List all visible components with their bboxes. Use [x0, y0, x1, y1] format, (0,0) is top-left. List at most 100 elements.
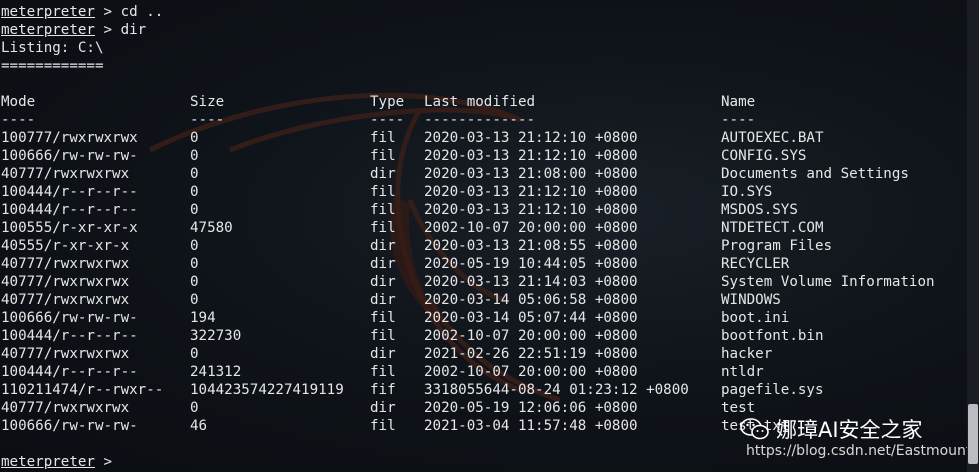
- terminal-output: meterpreter > cd .. meterpreter > dir Li…: [1, 3, 966, 471]
- table-header: Mode Size Type Last modified Name: [1, 93, 966, 111]
- cell-name: AUTOEXEC.BAT: [721, 130, 824, 146]
- cell-type: dir: [370, 274, 396, 290]
- cell-modified: 2020-03-13 21:12:10 +0800: [424, 202, 638, 218]
- watermark-url: https://blog.csdn.net/Eastmount: [746, 443, 972, 459]
- cell-mode: 100666/rw-rw-rw-: [1, 148, 138, 164]
- cell-size: 241312: [190, 364, 242, 380]
- cell-mode: 100444/r--r--r--: [1, 328, 138, 344]
- cell-name: IO.SYS: [721, 184, 773, 200]
- table-row: 40777/rwxrwxrwx 0 dir 2020-03-14 05:06:58 +…: [1, 291, 966, 309]
- cell-size: 0: [190, 256, 199, 272]
- header-rule-row: ---- ---- ---- ------------- ----: [1, 111, 966, 129]
- cell-type: fil: [370, 220, 396, 236]
- cell-name: pagefile.sys: [721, 382, 824, 398]
- cell-type: dir: [370, 292, 396, 308]
- cell-name: WINDOWS: [721, 292, 781, 308]
- cell-modified: 2020-03-13 21:14:03 +0800: [424, 274, 638, 290]
- listing-title: Listing: C:\: [1, 40, 104, 56]
- command-line-dir: meterpreter > dir: [1, 21, 966, 39]
- cell-mode: 40777/rwxrwxrwx: [1, 400, 130, 416]
- watermark: 娜璋AI安全之家: [740, 414, 923, 444]
- cell-modified: 2002-10-07 20:00:00 +0800: [424, 328, 638, 344]
- cell-name: Program Files: [721, 238, 833, 254]
- cell-modified: 2021-03-04 11:57:48 +0800: [424, 418, 638, 434]
- table-row: 40777/rwxrwxrwx 0 dir 2020-03-13 21:08:00 +…: [1, 165, 966, 183]
- cell-mode: 100444/r--r--r--: [1, 364, 138, 380]
- watermark-text: 娜璋AI安全之家: [776, 418, 923, 442]
- header-type: Type: [370, 94, 405, 110]
- table-row: 100666/rw-rw-rw- 194 fil 2020-03-14 05:07:4…: [1, 309, 966, 327]
- cell-size: 194: [190, 310, 216, 326]
- cell-type: dir: [370, 256, 396, 272]
- cell-type: fil: [370, 130, 396, 146]
- cell-size: 0: [190, 346, 199, 362]
- cell-type: fil: [370, 202, 396, 218]
- cell-name: bootfont.bin: [721, 328, 824, 344]
- cell-name: RECYCLER: [721, 256, 790, 272]
- header-mode: Mode: [1, 94, 36, 110]
- cell-type: fil: [370, 418, 396, 434]
- cell-size: 322730: [190, 328, 242, 344]
- scrollbar-thumb[interactable]: [968, 404, 978, 464]
- cell-name: Documents and Settings: [721, 166, 909, 182]
- listing-rule: ============: [1, 58, 104, 74]
- table-row: 110211474/r--rwxr-- 104423574227419119 fif…: [1, 381, 966, 399]
- header-size: Size: [190, 94, 225, 110]
- cell-mode: 40777/rwxrwxrwx: [1, 292, 130, 308]
- table-row: 100444/r--r--r-- 322730 fil 2002-10-07 20:0…: [1, 327, 966, 345]
- file-list: 100777/rwxrwxrwx 0 fil 2020-03-13 21:12:10 …: [1, 129, 966, 435]
- cell-mode: 40777/rwxrwxrwx: [1, 166, 130, 182]
- cell-modified: 2020-03-13 21:08:00 +0800: [424, 166, 638, 182]
- cell-mode: 110211474/r--rwxr--: [1, 382, 164, 398]
- wechat-icon: [740, 418, 769, 440]
- cell-modified: 2020-03-14 05:07:44 +0800: [424, 310, 638, 326]
- cell-type: fif: [370, 382, 396, 398]
- cell-modified: 2020-03-13 21:08:55 +0800: [424, 238, 638, 254]
- cell-modified: 2020-03-14 05:06:58 +0800: [424, 292, 638, 308]
- cell-mode: 40777/rwxrwxrwx: [1, 256, 130, 272]
- cell-modified: 2020-05-19 12:06:06 +0800: [424, 400, 638, 416]
- scrollbar[interactable]: [967, 0, 979, 472]
- cell-mode: 40777/rwxrwxrwx: [1, 346, 130, 362]
- table-row: 100444/r--r--r-- 0 fil 2020-03-13 21:12:10 …: [1, 201, 966, 219]
- rule-modified: -------------: [424, 112, 536, 128]
- command-text: > cd ..: [94, 4, 164, 20]
- cell-modified: 2020-03-13 21:12:10 +0800: [424, 184, 638, 200]
- cell-mode: 40777/rwxrwxrwx: [1, 274, 130, 290]
- meterpreter-prompt: meterpreter: [1, 454, 95, 470]
- cell-name: ntldr: [721, 364, 764, 380]
- table-row: 100444/r--r--r-- 0 fil 2020-03-13 21:12:10 …: [1, 183, 966, 201]
- cell-size: 104423574227419119: [190, 382, 344, 398]
- cell-mode: 100666/rw-rw-rw-: [1, 310, 138, 326]
- cell-modified: 2002-10-07 20:00:00 +0800: [424, 220, 638, 236]
- cell-size: 0: [190, 274, 199, 290]
- cell-modified: 2020-03-13 21:12:10 +0800: [424, 130, 638, 146]
- cell-size: 0: [190, 184, 199, 200]
- cell-type: fil: [370, 328, 396, 344]
- cell-name: NTDETECT.COM: [721, 220, 824, 236]
- table-row: 40777/rwxrwxrwx 0 dir 2021-02-26 22:51:19 +…: [1, 345, 966, 363]
- cell-mode: 100444/r--r--r--: [1, 202, 138, 218]
- cell-modified: 2021-02-26 22:51:19 +0800: [424, 346, 638, 362]
- cell-size: 0: [190, 130, 199, 146]
- header-modified: Last modified: [424, 94, 536, 110]
- table-row: 40777/rwxrwxrwx 0 dir 2020-05-19 10:44:05 +…: [1, 255, 966, 273]
- cell-type: dir: [370, 166, 396, 182]
- table-row: 40555/r-xr-xr-x 0 dir 2020-03-13 21:08:55 +…: [1, 237, 966, 255]
- cell-mode: 40555/r-xr-xr-x: [1, 238, 130, 254]
- table-row: 100666/rw-rw-rw- 0 fil 2020-03-13 21:12:10 …: [1, 147, 966, 165]
- cell-name: hacker: [721, 346, 773, 362]
- header-name: Name: [721, 94, 756, 110]
- cell-size: 0: [190, 292, 199, 308]
- cell-size: 0: [190, 400, 199, 416]
- cell-type: fil: [370, 148, 396, 164]
- cell-mode: 100666/rw-rw-rw-: [1, 418, 138, 434]
- cell-name: MSDOS.SYS: [721, 202, 798, 218]
- cell-size: 0: [190, 148, 199, 164]
- prompt-cursor-text: >: [94, 454, 121, 470]
- meterpreter-prompt: meterpreter: [1, 4, 95, 20]
- cell-type: dir: [370, 400, 396, 416]
- cell-name: boot.ini: [721, 310, 790, 326]
- cell-modified: 2002-10-07 20:00:00 +0800: [424, 364, 638, 380]
